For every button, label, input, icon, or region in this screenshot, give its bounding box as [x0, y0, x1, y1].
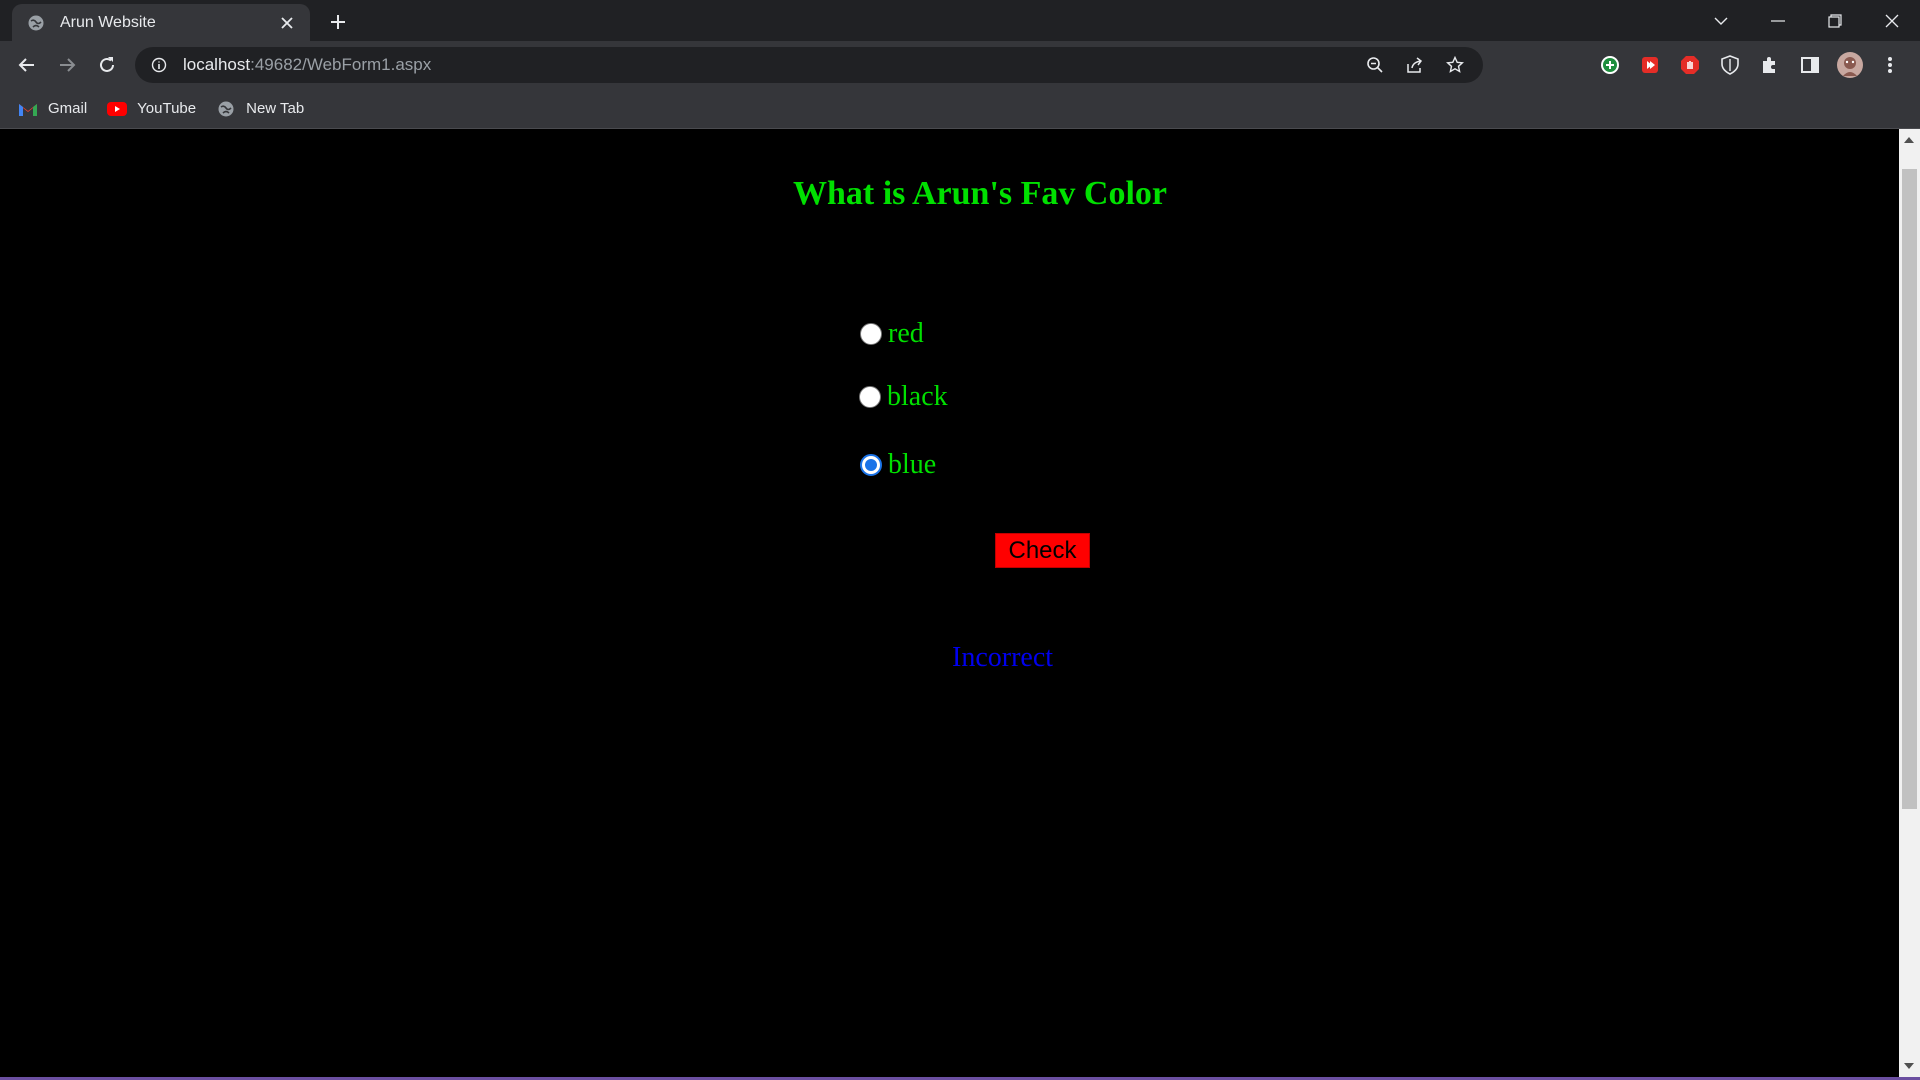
page-title: What is Arun's Fav Color [792, 175, 1168, 212]
new-tab-button[interactable] [322, 6, 354, 38]
check-button[interactable]: Check [995, 533, 1090, 568]
vertical-scrollbar[interactable] [1899, 129, 1920, 1077]
share-icon[interactable] [1395, 47, 1435, 83]
adblock-extension-icon[interactable] [1670, 45, 1710, 85]
site-info-icon[interactable] [149, 55, 169, 75]
url-path: :49682/WebForm1.aspx [250, 55, 432, 74]
tab-strip: Arun Website [0, 0, 1920, 41]
profile-avatar[interactable] [1830, 45, 1870, 85]
option-label: blue [888, 449, 937, 480]
option-blue[interactable]: blue [860, 449, 936, 481]
bookmark-label: New Tab [246, 100, 305, 117]
radio-black[interactable] [859, 386, 881, 408]
scroll-down-icon[interactable] [1904, 1063, 1914, 1069]
zoom-out-icon[interactable] [1355, 47, 1395, 83]
back-icon[interactable] [7, 45, 47, 85]
menu-kebab-icon[interactable] [1870, 45, 1910, 85]
url-host: localhost [183, 55, 251, 74]
minimize-icon[interactable] [1749, 0, 1806, 41]
option-label: black [887, 381, 948, 412]
omnibox-actions [1355, 47, 1475, 83]
gmail-icon [18, 99, 38, 119]
puzzle-extensions-icon[interactable] [1750, 45, 1790, 85]
add-extension-icon[interactable] [1590, 45, 1630, 85]
youtube-icon [107, 99, 128, 119]
bookmark-star-icon[interactable] [1435, 47, 1475, 83]
globe-icon [216, 99, 236, 119]
globe-icon [26, 13, 46, 33]
side-panel-icon[interactable] [1790, 45, 1830, 85]
restore-icon[interactable] [1806, 0, 1863, 41]
bookmarks-bar: Gmail YouTube New Tab [0, 89, 1920, 129]
close-tab-icon[interactable] [276, 12, 298, 34]
forward-icon[interactable] [47, 45, 87, 85]
active-tab[interactable]: Arun Website [12, 4, 310, 41]
bookmark-gmail[interactable]: Gmail [18, 94, 87, 124]
bookmark-youtube[interactable]: YouTube [107, 94, 196, 124]
extensions-area [1590, 45, 1910, 85]
tab-title: Arun Website [60, 13, 156, 31]
radio-blue[interactable] [860, 454, 882, 476]
scroll-up-icon[interactable] [1904, 137, 1914, 143]
option-red[interactable]: red [860, 318, 924, 350]
result-text: Incorrect [952, 642, 1054, 673]
url-text: localhost:49682/WebForm1.aspx [183, 55, 431, 75]
close-window-icon[interactable] [1863, 0, 1920, 41]
video-extension-icon[interactable] [1630, 45, 1670, 85]
window-controls [1692, 0, 1920, 41]
address-bar[interactable]: localhost:49682/WebForm1.aspx [135, 47, 1483, 83]
bookmark-new-tab[interactable]: New Tab [216, 94, 304, 124]
shield-extension-icon[interactable] [1710, 45, 1750, 85]
option-label: red [888, 318, 924, 349]
scroll-thumb[interactable] [1902, 169, 1917, 809]
option-black[interactable]: black [859, 381, 948, 413]
tab-search-icon[interactable] [1692, 0, 1749, 41]
bookmark-label: Gmail [48, 100, 88, 117]
page-viewport [0, 129, 1899, 1077]
bookmark-label: YouTube [137, 100, 197, 117]
browser-toolbar: localhost:49682/WebForm1.aspx [0, 41, 1920, 89]
radio-red[interactable] [860, 323, 882, 345]
reload-icon[interactable] [87, 45, 127, 85]
